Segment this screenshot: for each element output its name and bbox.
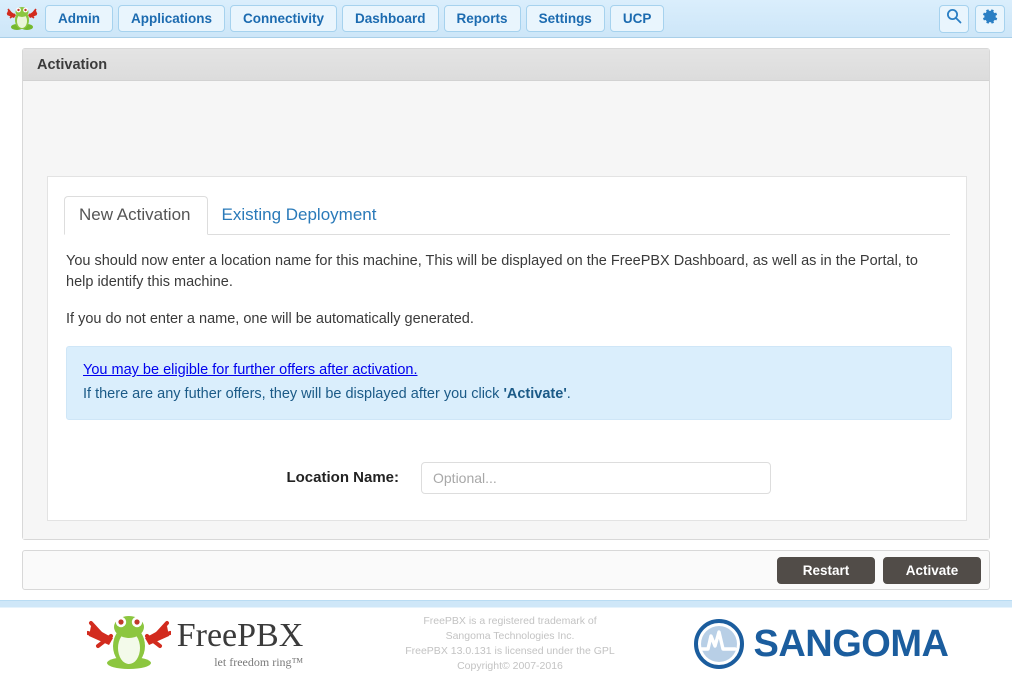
freepbx-tagline: let freedom ring™: [214, 654, 304, 669]
location-name-label: Location Name:: [286, 469, 399, 487]
nav-item-applications[interactable]: Applications: [118, 5, 226, 32]
nav-item-reports[interactable]: Reports: [443, 5, 521, 32]
navbar-right-actions: [939, 4, 1005, 33]
tab-label: New Activation: [79, 205, 191, 225]
settings-gear-button[interactable]: [975, 4, 1005, 33]
legal-line: FreePBX 13.0.131 is licensed under the G…: [405, 645, 615, 657]
location-name-input[interactable]: [421, 461, 771, 494]
nav-item-label: Connectivity: [243, 11, 325, 26]
offers-alert-activate-emphasis: 'Activate': [503, 385, 567, 402]
intro-paragraph-2: If you do not enter a name, one will be …: [66, 311, 474, 328]
page-footer: FreePBX let freedom ring™ FreePBX is a r…: [0, 610, 1012, 678]
freepbx-branding: FreePBX let freedom ring™: [0, 612, 390, 677]
freepbx-wordmark: FreePBX: [176, 616, 304, 654]
offers-alert: You may be eligible for further offers a…: [66, 346, 952, 420]
activation-panel: Activation New Activation Existing Deplo…: [22, 48, 990, 540]
nav-item-connectivity[interactable]: Connectivity: [230, 5, 338, 32]
page-title: Activation: [37, 56, 108, 73]
sangoma-wordmark: SANGOMA: [753, 623, 949, 665]
nav-item-label: Settings: [538, 11, 592, 26]
sangoma-waveform-logo-icon: [693, 619, 744, 669]
tab-label: Existing Deployment: [221, 205, 377, 225]
restart-button[interactable]: Restart: [777, 556, 875, 584]
footer-legal-text: FreePBX is a registered trademark of San…: [390, 614, 630, 675]
tab-new-activation[interactable]: New Activation: [64, 196, 208, 235]
nav-item-ucp[interactable]: UCP: [609, 5, 665, 32]
legal-line: Copyright© 2007-2016: [457, 660, 563, 673]
tab-bar: New Activation Existing Deployment: [64, 193, 950, 235]
nav-item-label: Admin: [58, 11, 100, 26]
offers-alert-text-before: If there are any futher offers, they wil…: [83, 385, 504, 402]
panel-header: Activation: [23, 49, 989, 81]
activate-button[interactable]: Activate: [883, 556, 981, 584]
nav-item-label: Reports: [456, 11, 508, 26]
nav-item-settings[interactable]: Settings: [525, 5, 605, 32]
gear-icon: [982, 8, 999, 30]
top-navbar: Admin Applications Connectivity Dashboar…: [0, 0, 1012, 38]
nav-item-dashboard[interactable]: Dashboard: [342, 5, 439, 32]
activation-card: New Activation Existing Deployment You s…: [47, 176, 967, 521]
search-icon: [946, 8, 962, 29]
offers-alert-text-after: .: [566, 385, 571, 402]
location-name-row: Location Name:: [66, 461, 948, 494]
footer-divider: [0, 600, 1012, 608]
nav-item-admin[interactable]: Admin: [45, 5, 113, 32]
action-bar: Restart Activate: [22, 550, 990, 590]
freepbx-frog-logo-icon[interactable]: [5, 4, 39, 34]
intro-paragraph-1: You should now enter a location name for…: [66, 253, 918, 291]
legal-line: Sangoma Technologies Inc.: [445, 629, 575, 642]
nav-item-label: UCP: [622, 11, 652, 26]
legal-line: FreePBX is a registered trademark of: [423, 614, 597, 627]
freepbx-frog-logo-icon: [85, 612, 172, 677]
tab-panel-new-activation: You should now enter a location name for…: [48, 235, 966, 494]
offers-alert-line-2: If there are any futher offers, they wil…: [83, 383, 935, 407]
page-body: Activation New Activation Existing Deplo…: [0, 38, 1012, 600]
offers-alert-line-1: You may be eligible for further offers a…: [83, 359, 935, 383]
panel-body: New Activation Existing Deployment You s…: [23, 81, 989, 539]
nav-items: Admin Applications Connectivity Dashboar…: [45, 5, 665, 32]
sangoma-branding: SANGOMA: [630, 619, 1012, 669]
search-button[interactable]: [939, 4, 969, 33]
tab-existing-deployment[interactable]: Existing Deployment: [208, 197, 393, 234]
nav-item-label: Dashboard: [355, 11, 426, 26]
offers-link[interactable]: You may be eligible for further offers a…: [83, 362, 418, 378]
nav-item-label: Applications: [131, 11, 213, 26]
